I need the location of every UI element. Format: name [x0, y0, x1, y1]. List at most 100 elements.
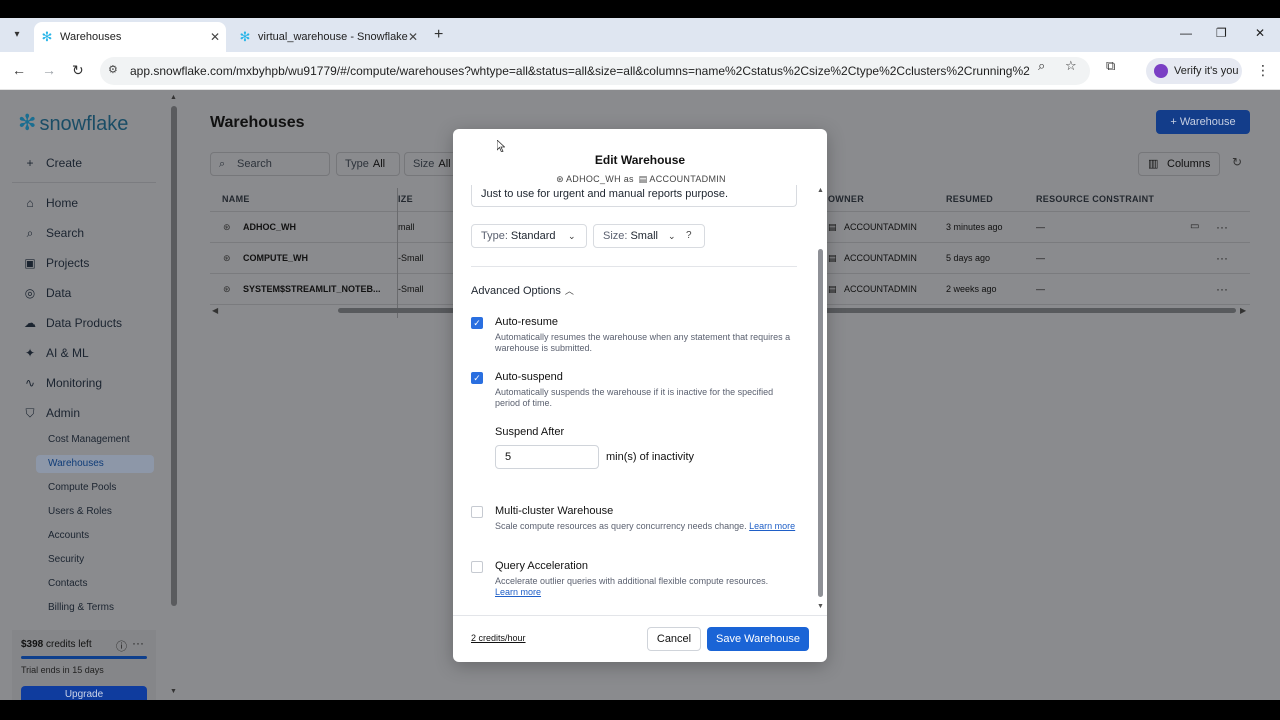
scroll-up-arrow-icon[interactable]: ▲: [170, 94, 177, 101]
bookmark-star-icon[interactable]: ☆: [1065, 58, 1077, 74]
scroll-thumb[interactable]: [818, 249, 823, 597]
credits-per-hour-link[interactable]: 2 credits/hour: [471, 633, 526, 643]
search-input[interactable]: ⌕ Search: [210, 152, 330, 176]
divider: [471, 266, 797, 267]
more-options-icon[interactable]: ···: [132, 636, 144, 650]
sidebar-item-search[interactable]: ⌕ Search: [22, 224, 84, 242]
sidebar-item-label: Data: [46, 286, 72, 300]
advanced-options-toggle[interactable]: Advanced Options ︿: [471, 284, 574, 297]
dialog-scrollbar[interactable]: ▲ ▼: [817, 187, 825, 613]
credits-progress-bar: [21, 656, 147, 659]
sidebar-subitem-security[interactable]: Security: [48, 551, 84, 569]
sidebar-item-label: Data Products: [46, 316, 123, 330]
filter-value: All: [438, 158, 451, 170]
sidebar-item-monitoring[interactable]: ∿ Monitoring: [22, 374, 102, 392]
forward-arrow-icon[interactable]: →: [42, 62, 56, 78]
create-button[interactable]: + Create: [22, 154, 82, 172]
col-header-resource-constraint[interactable]: RESOURCE CONSTRAINT: [1036, 194, 1154, 204]
col-header-size[interactable]: IZE: [398, 194, 413, 204]
warehouse-name[interactable]: SYSTEM$STREAMLIT_NOTEB...: [243, 284, 381, 294]
save-warehouse-button[interactable]: Save Warehouse: [707, 627, 809, 651]
sidebar-subitem-contacts[interactable]: Contacts: [48, 575, 87, 593]
tab-virtual-warehouse[interactable]: ✻ virtual_warehouse - Snowflake ✕: [232, 22, 424, 52]
comment-icon[interactable]: ▭: [1190, 221, 1199, 232]
sidebar-item-projects[interactable]: ▣ Projects: [22, 254, 89, 272]
tab-search-chevron-icon[interactable]: ▾: [8, 26, 26, 44]
sidebar-subitem-cost-management[interactable]: Cost Management: [48, 431, 130, 449]
tab-close-icon[interactable]: ✕: [408, 22, 418, 52]
home-icon: ⌂: [26, 196, 34, 210]
sidebar-subitem-compute-pools[interactable]: Compute Pools: [48, 479, 116, 497]
col-header-resumed[interactable]: RESUMED: [946, 194, 993, 204]
extensions-icon[interactable]: ⧉: [1106, 58, 1115, 74]
owner-icon: ▤: [828, 253, 837, 263]
add-warehouse-button[interactable]: + Warehouse: [1156, 110, 1250, 134]
shield-icon: ⛉: [25, 406, 35, 420]
warehouse-owner: ACCOUNTADMIN: [844, 284, 917, 294]
sidebar-subitem-warehouses[interactable]: Warehouses: [36, 455, 154, 473]
sidebar-item-label: Home: [46, 196, 79, 210]
sidebar-item-ai-ml[interactable]: ✦ AI & ML: [22, 344, 89, 362]
sidebar-subitem-users-roles[interactable]: Users & Roles: [48, 503, 112, 521]
warehouse-name[interactable]: COMPUTE_WH: [243, 253, 308, 263]
type-filter[interactable]: Type All: [336, 152, 400, 176]
scroll-up-arrow-icon[interactable]: ▲: [817, 187, 824, 194]
scroll-down-arrow-icon[interactable]: ▼: [817, 603, 824, 610]
new-tab-plus-icon[interactable]: +: [434, 26, 443, 44]
sidebar-item-home[interactable]: ⌂ Home: [22, 194, 78, 212]
columns-button[interactable]: ▥ Columns: [1138, 152, 1220, 176]
window-close-icon[interactable]: ✕: [1255, 26, 1265, 40]
sidebar-item-admin[interactable]: ⛉ Admin: [22, 404, 80, 422]
help-circle-icon[interactable]: ?: [686, 225, 692, 247]
page-title: Warehouses: [210, 114, 305, 131]
scroll-left-arrow-icon[interactable]: ◀: [212, 306, 218, 315]
col-header-owner[interactable]: OWNER: [828, 194, 864, 204]
sidebar-subitem-accounts[interactable]: Accounts: [48, 527, 89, 545]
suspend-after-input[interactable]: 5: [495, 445, 599, 469]
snowflake-logo-icon: ✻: [18, 110, 37, 135]
columns-icon: ▥: [1148, 158, 1159, 170]
row-more-icon[interactable]: ···: [1216, 251, 1228, 265]
learn-more-link[interactable]: Learn more: [495, 587, 541, 597]
sidebar-item-data-products[interactable]: ☁ Data Products: [22, 314, 122, 332]
auto-resume-checkbox[interactable]: ✓: [471, 317, 483, 329]
verify-profile-button[interactable]: Verify it's you: [1146, 58, 1242, 84]
scroll-right-arrow-icon[interactable]: ▶: [1240, 306, 1246, 315]
zoom-icon[interactable]: ⌕: [1038, 58, 1045, 74]
reload-icon[interactable]: ↻: [72, 62, 84, 79]
minimize-icon[interactable]: —: [1180, 26, 1192, 40]
sidebar-scrollbar[interactable]: ▲ ▼: [170, 94, 178, 698]
upgrade-button[interactable]: Upgrade: [21, 686, 147, 700]
tab-close-icon[interactable]: ✕: [210, 22, 220, 52]
row-more-icon[interactable]: ···: [1216, 282, 1228, 296]
refresh-icon[interactable]: ↻: [1232, 155, 1242, 169]
warehouse-name[interactable]: ADHOC_WH: [243, 222, 296, 232]
comment-textarea[interactable]: Just to use for urgent and manual report…: [471, 185, 797, 207]
size-dropdown[interactable]: Size: Small ⌄ ?: [593, 224, 705, 248]
url-field[interactable]: ⚙ app.snowflake.com/mxbyhpb/wu91779/#/co…: [100, 57, 1090, 85]
back-arrow-icon[interactable]: ←: [12, 62, 26, 78]
row-more-icon[interactable]: ···: [1216, 220, 1228, 234]
sidebar-item-label: AI & ML: [46, 346, 89, 360]
search-placeholder: Search: [237, 158, 272, 170]
scroll-down-arrow-icon[interactable]: ▼: [170, 688, 177, 695]
col-header-name[interactable]: NAME: [222, 194, 250, 204]
role-icon: ▤: [638, 174, 648, 184]
tab-warehouses[interactable]: ✻ Warehouses ✕: [34, 22, 226, 52]
snowflake-logo[interactable]: ✻ snowflake: [18, 110, 128, 136]
info-icon[interactable]: ⓘ: [116, 638, 127, 654]
query-acceleration-checkbox[interactable]: [471, 561, 483, 573]
multi-cluster-checkbox[interactable]: [471, 506, 483, 518]
column-divider: [397, 188, 398, 318]
auto-suspend-checkbox[interactable]: ✓: [471, 372, 483, 384]
cancel-button[interactable]: Cancel: [647, 627, 701, 651]
browser-menu-icon[interactable]: ⋮: [1256, 62, 1270, 79]
learn-more-link[interactable]: Learn more: [749, 521, 795, 531]
warehouse-size: -Small: [398, 253, 424, 263]
scroll-thumb[interactable]: [171, 106, 177, 606]
type-dropdown[interactable]: Type: Standard ⌄: [471, 224, 587, 248]
site-settings-icon[interactable]: ⚙: [108, 63, 118, 76]
sidebar-item-data[interactable]: ◎ Data: [22, 284, 72, 302]
restore-icon[interactable]: ❐: [1216, 26, 1227, 40]
sidebar-subitem-billing-terms[interactable]: Billing & Terms: [48, 599, 114, 617]
